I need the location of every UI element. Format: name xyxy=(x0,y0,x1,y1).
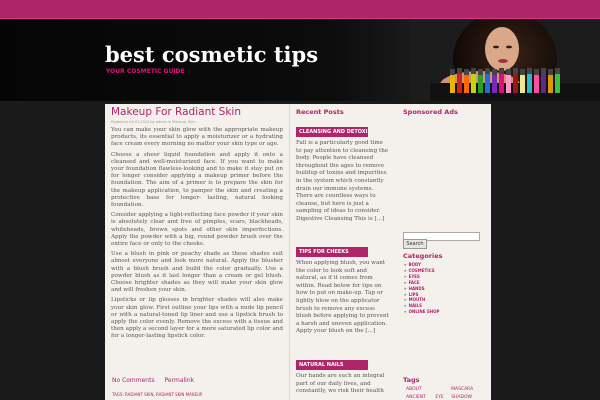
tag-link[interactable]: EYE xyxy=(435,395,443,400)
categories-heading: Categories xyxy=(403,252,443,260)
category-link[interactable]: ONLINE SHOP xyxy=(404,309,440,315)
sponsored-ads-heading: Sponsored Ads xyxy=(403,108,458,116)
tag-link[interactable]: MASCARA xyxy=(451,387,473,392)
recent-post-excerpt: Our hands are such an integral part of o… xyxy=(296,373,385,395)
recent-posts-heading: Recent Posts xyxy=(296,108,344,116)
recent-post-excerpt: When applying blush, you want the color … xyxy=(296,260,389,335)
header-model-image xyxy=(410,19,600,101)
post-paragraph: Lipsticks or lip glosses in brighter sha… xyxy=(111,297,283,340)
post-paragraph: Choose a sheer liquid foundation and app… xyxy=(111,151,283,209)
post: Makeup For Radiant Skin Posted on 04.01.… xyxy=(111,106,283,341)
post-meta: Posted on 04.01.2012 by admin in Makeup,… xyxy=(111,120,196,124)
post-title[interactable]: Makeup For Radiant Skin xyxy=(111,106,283,118)
recent-post-excerpt: Fall is a particularly good time to pay … xyxy=(296,140,389,222)
recent-posts-heading-wrap: Recent Posts xyxy=(296,108,390,116)
site-header: best cosmetic tips YOUR COSMETIC GUIDE xyxy=(0,19,600,101)
search-button[interactable]: Search xyxy=(403,239,427,249)
recent-post-item: NATURAL NAILS Our hands are such an inte… xyxy=(296,360,390,396)
tag-link[interactable]: ANCIENT xyxy=(406,395,426,400)
post-links: No Comments Permalink xyxy=(112,377,202,384)
tag-link[interactable]: SHADOW xyxy=(451,395,472,400)
recent-post-badge[interactable]: TIPS FOR CHEEKS xyxy=(296,247,368,257)
recent-post-badge[interactable]: CLEANSING AND DETOXING xyxy=(296,127,368,137)
post-tags[interactable]: TAGS: RADIANT SKIN, RADIANT SKIN MAKEUP xyxy=(112,392,202,397)
recent-post-item: CLEANSING AND DETOXING Fall is a particu… xyxy=(296,127,390,224)
column-divider xyxy=(289,104,290,400)
recent-post-item: TIPS FOR CHEEKS When applying blush, you… xyxy=(296,247,390,336)
tag-link[interactable]: ABOUT xyxy=(406,387,422,392)
recent-post-badge[interactable]: NATURAL NAILS xyxy=(296,360,368,370)
site-tagline: YOUR COSMETIC GUIDE xyxy=(106,68,185,75)
tag-cloud-row: ABOUT MASCARA xyxy=(406,387,473,392)
post-paragraph: You can make your skin glow with the app… xyxy=(111,127,283,148)
tag-cloud-row: ANCIENT EYE SHADOW xyxy=(406,395,472,400)
post-paragraph: Consider applying a light-reflecting fac… xyxy=(111,212,283,248)
tags-heading: Tags xyxy=(403,376,420,384)
top-bar xyxy=(0,0,600,19)
right-sidebar: Sponsored Ads xyxy=(403,108,491,116)
post-paragraph: Use a blush in pink or peachy shade as t… xyxy=(111,251,283,294)
permalink-link[interactable]: Permalink xyxy=(165,377,195,384)
category-link[interactable]: COSMETICS xyxy=(404,268,439,274)
site-title[interactable]: best cosmetic tips xyxy=(105,42,318,67)
comments-link[interactable]: No Comments xyxy=(112,377,155,384)
categories-list: BODY COSMETICS EYES FACE HANDS LIPS MOUT… xyxy=(404,262,440,315)
